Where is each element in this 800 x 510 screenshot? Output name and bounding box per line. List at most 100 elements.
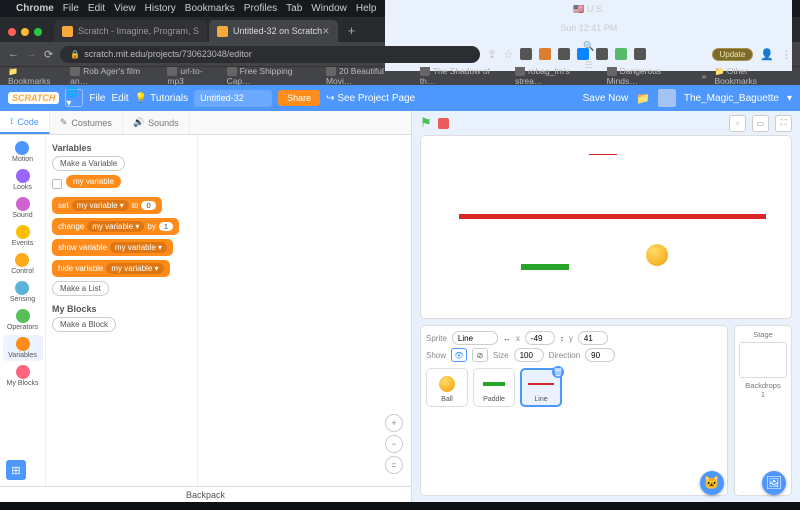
- cat-control[interactable]: Control: [11, 251, 34, 277]
- save-now[interactable]: Save Now: [583, 93, 629, 104]
- bookmark[interactable]: 20 Beautiful Movi…: [326, 66, 412, 85]
- sprite-x-input[interactable]: [525, 331, 555, 345]
- menu-icon[interactable]: ⋮: [781, 48, 792, 61]
- cat-sound[interactable]: Sound: [12, 195, 32, 221]
- extension-icon[interactable]: [520, 48, 532, 60]
- tab-code[interactable]: ⟟Code: [0, 111, 50, 134]
- chevron-down-icon[interactable]: ▾: [787, 93, 792, 104]
- extension-icon[interactable]: [577, 48, 589, 60]
- zoom-reset-button[interactable]: =: [385, 456, 403, 474]
- tutorials-button[interactable]: 💡Tutorials: [135, 93, 188, 104]
- zoom-in-button[interactable]: +: [385, 414, 403, 432]
- share-icon[interactable]: ⇪: [487, 48, 496, 61]
- new-tab-button[interactable]: +: [340, 23, 364, 38]
- cat-motion[interactable]: Motion: [12, 139, 33, 165]
- menu-view[interactable]: View: [114, 3, 136, 14]
- scripts-canvas[interactable]: + − =: [198, 135, 411, 486]
- add-extension-button[interactable]: ⊞: [6, 460, 26, 480]
- tab-1[interactable]: Scratch - Imagine, Program, S: [54, 20, 207, 42]
- menu-profiles[interactable]: Profiles: [244, 3, 277, 14]
- stage[interactable]: [420, 135, 792, 319]
- project-title-input[interactable]: [194, 90, 272, 107]
- scratch-logo[interactable]: SCRATCH: [8, 92, 59, 104]
- cat-variables[interactable]: Variables: [3, 335, 43, 361]
- menu-help[interactable]: Help: [356, 3, 377, 14]
- block-show-var[interactable]: show variablemy variable ▾: [52, 239, 173, 256]
- avatar[interactable]: [658, 89, 676, 107]
- bookmark-overflow[interactable]: »: [702, 71, 707, 81]
- reload-button[interactable]: ⟳: [44, 48, 53, 61]
- see-project-page[interactable]: ↪ See Project Page: [326, 93, 415, 104]
- star-icon[interactable]: ☆: [503, 48, 513, 61]
- sprite-card-paddle[interactable]: Paddle: [473, 368, 515, 407]
- add-backdrop-button[interactable]: 🖼: [762, 471, 786, 495]
- extension-icon[interactable]: [634, 48, 646, 60]
- add-sprite-button[interactable]: 🐱: [700, 471, 724, 495]
- menu-app[interactable]: Chrome: [16, 3, 54, 14]
- menu-bookmarks[interactable]: Bookmarks: [185, 3, 235, 14]
- menu-edit[interactable]: Edit: [88, 3, 105, 14]
- sprite-name-input[interactable]: [452, 331, 498, 345]
- sprite-card-line[interactable]: 🗑Line: [520, 368, 562, 407]
- menu-window[interactable]: Window: [311, 3, 347, 14]
- menu-file[interactable]: File: [89, 93, 105, 104]
- input-flag[interactable]: 🇺🇸 U.S.: [573, 4, 604, 15]
- backpack-bar[interactable]: Backpack: [0, 486, 411, 502]
- cat-operators[interactable]: Operators: [7, 307, 38, 333]
- make-block-button[interactable]: Make a Block: [52, 317, 116, 332]
- url-field[interactable]: 🔒 scratch.mit.edu/projects/730623048/edi…: [60, 46, 480, 63]
- cat-sensing[interactable]: Sensing: [10, 279, 35, 305]
- stop-button[interactable]: [438, 118, 449, 129]
- zoom-out-button[interactable]: −: [385, 435, 403, 453]
- update-button[interactable]: Update: [712, 48, 754, 61]
- var-checkbox[interactable]: [52, 179, 62, 189]
- extension-icon[interactable]: [596, 48, 608, 60]
- fullscreen-window[interactable]: [34, 28, 42, 36]
- sprite-card-ball[interactable]: Ball: [426, 368, 468, 407]
- bookmark-folder[interactable]: Bookmarks: [8, 66, 62, 85]
- make-variable-button[interactable]: Make a Variable: [52, 156, 125, 171]
- fullscreen-button[interactable]: ⛶: [775, 115, 792, 132]
- close-window[interactable]: [8, 28, 16, 36]
- variable-reporter[interactable]: my variable: [66, 175, 121, 188]
- bookmark[interactable]: Dangerous Minds…: [607, 66, 694, 85]
- sprite-paddle[interactable]: [521, 264, 569, 270]
- tab-2-active[interactable]: Untitled-32 on Scratch ✕: [209, 20, 338, 42]
- green-flag-button[interactable]: ⚑: [420, 115, 432, 131]
- sprite-size-input[interactable]: [514, 348, 544, 362]
- block-change-var[interactable]: changemy variable ▾by1: [52, 218, 179, 235]
- extension-icon[interactable]: [615, 48, 627, 60]
- sprite-line[interactable]: [459, 214, 766, 219]
- delete-sprite-icon[interactable]: 🗑: [552, 366, 564, 378]
- username[interactable]: The_Magic_Baguette: [684, 93, 779, 104]
- back-button[interactable]: ←: [8, 48, 19, 60]
- show-sprite-button[interactable]: 👁: [451, 348, 467, 362]
- menu-history[interactable]: History: [145, 3, 176, 14]
- extension-icon[interactable]: [558, 48, 570, 60]
- cat-myblocks[interactable]: My Blocks: [7, 363, 39, 389]
- cat-events[interactable]: Events: [12, 223, 33, 249]
- share-button[interactable]: Share: [278, 90, 320, 106]
- other-bookmarks[interactable]: Other Bookmarks: [715, 66, 793, 85]
- sprite-y-input[interactable]: [578, 331, 608, 345]
- minimize-window[interactable]: [21, 28, 29, 36]
- profile-icon[interactable]: 👤: [760, 48, 774, 61]
- cat-looks[interactable]: Looks: [13, 167, 32, 193]
- bookmark[interactable]: robag_fm's strea…: [515, 66, 599, 85]
- bookmark[interactable]: Rob Ager's film an…: [70, 66, 159, 85]
- small-stage-button[interactable]: ▫: [729, 115, 746, 132]
- block-hide-var[interactable]: hide variablemy variable ▾: [52, 260, 170, 277]
- menu-tab[interactable]: Tab: [286, 3, 302, 14]
- large-stage-button[interactable]: ▭: [752, 115, 769, 132]
- sprite-direction-input[interactable]: [585, 348, 615, 362]
- close-tab-icon[interactable]: ✕: [322, 26, 330, 37]
- block-set-var[interactable]: setmy variable ▾to0: [52, 197, 162, 214]
- bookmark[interactable]: Free Shipping Cap…: [227, 66, 318, 85]
- tab-sounds[interactable]: 🔊Sounds: [123, 111, 190, 134]
- bookmark[interactable]: The Shadow of th…: [420, 66, 507, 85]
- forward-button[interactable]: →: [26, 48, 37, 60]
- language-button[interactable]: 🌐▾: [65, 89, 83, 107]
- sprite-ball[interactable]: [646, 244, 668, 266]
- stage-thumbnail[interactable]: [739, 342, 787, 378]
- mystuff-icon[interactable]: 📁: [636, 92, 650, 105]
